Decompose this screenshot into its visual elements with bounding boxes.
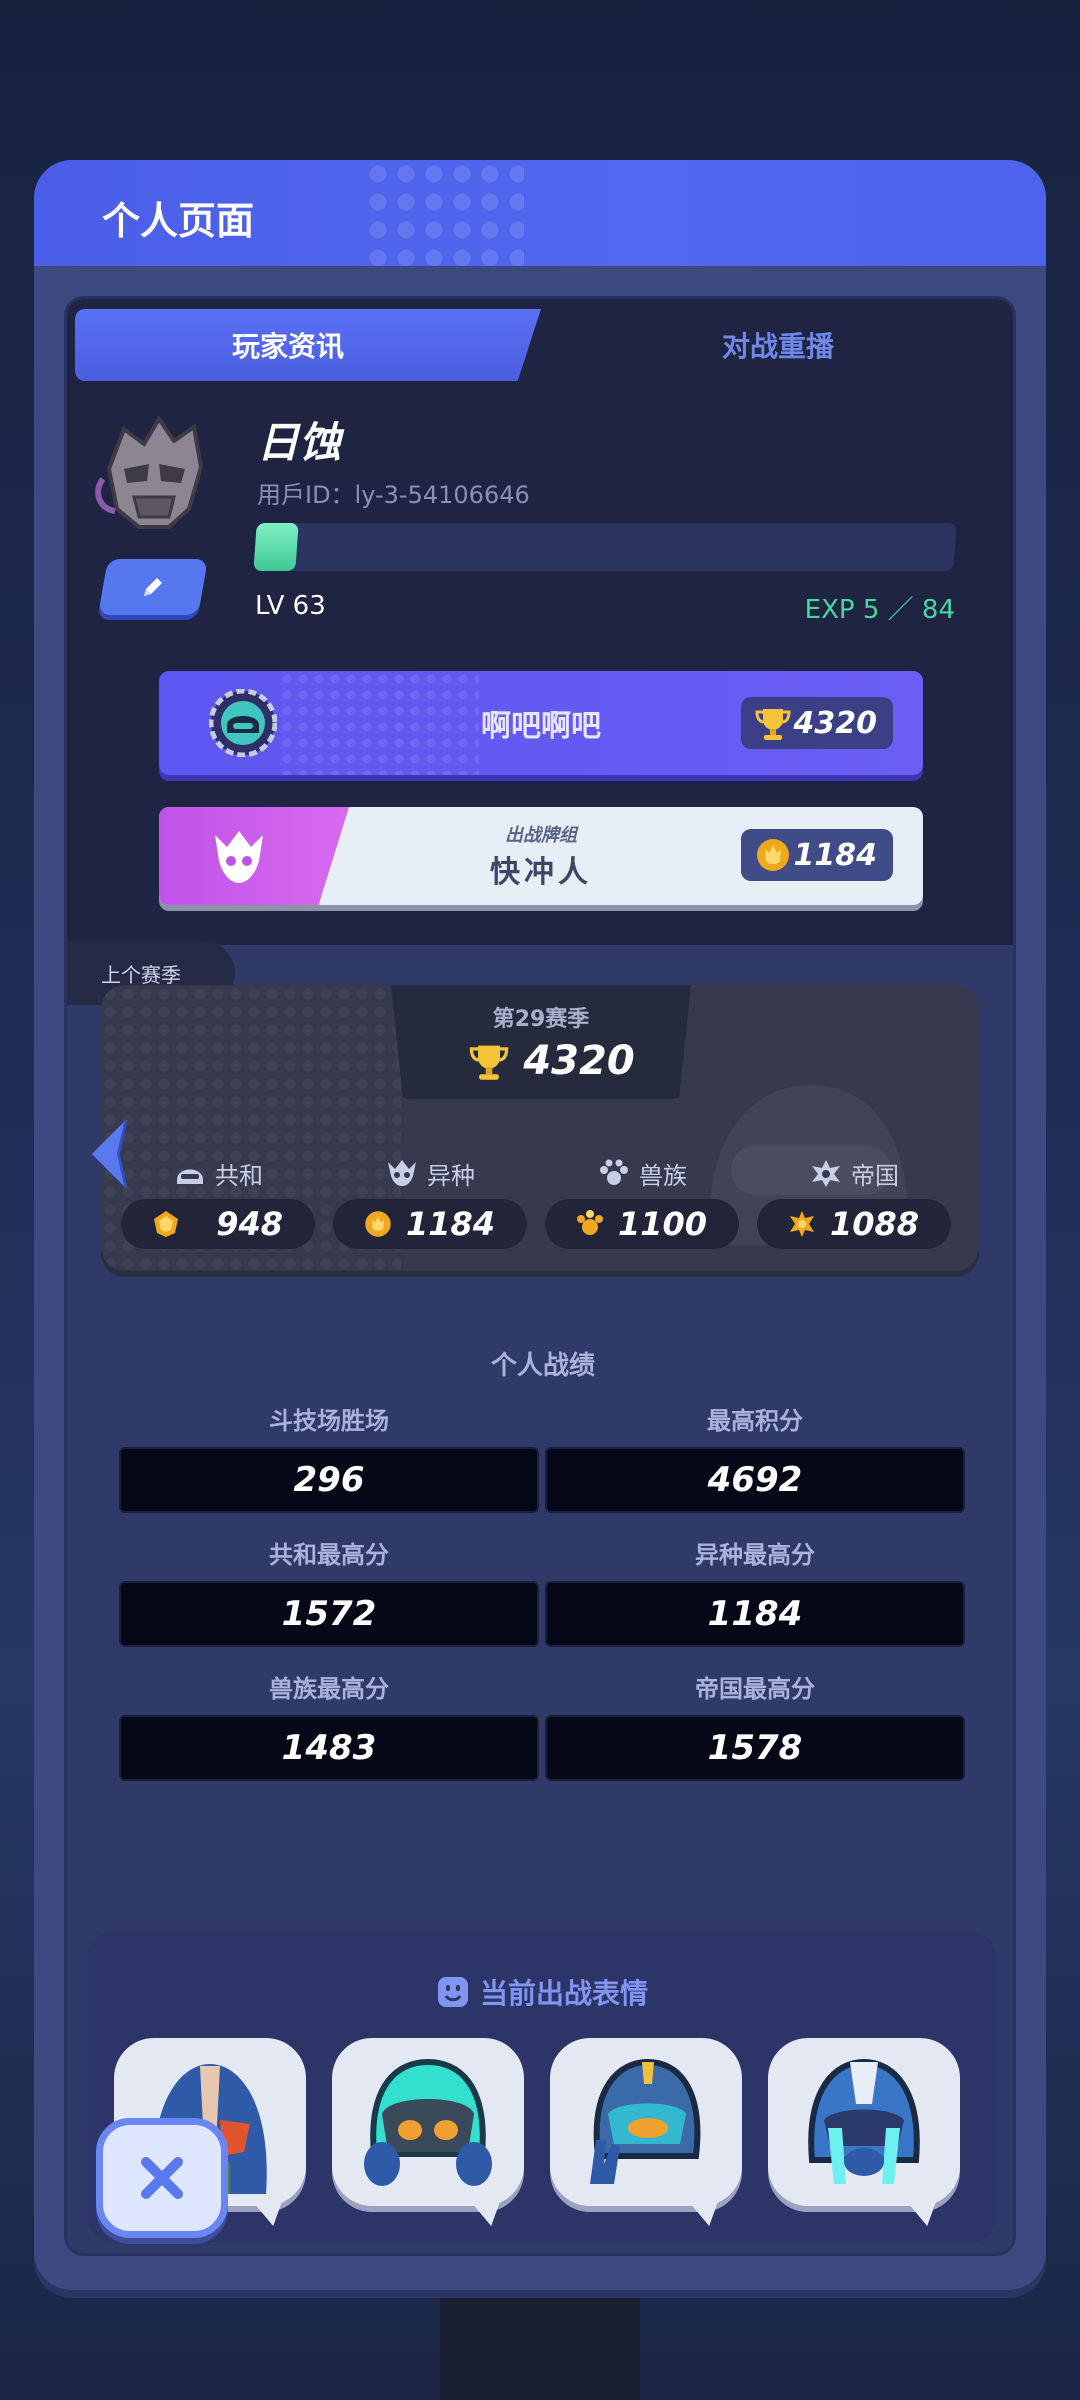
header-decoration <box>364 160 524 266</box>
guild-trophy-count: 4320 <box>793 705 878 741</box>
stat-arena-wins: 斗技场胜场 296 <box>119 1401 539 1513</box>
stat-empire-best: 帝国最高分 1578 <box>545 1669 965 1781</box>
stat-republic-best: 共和最高分 1572 <box>119 1535 539 1647</box>
season-label: 第29赛季 <box>492 1007 590 1032</box>
faction-name: 兽族 <box>639 1161 687 1190</box>
edit-profile-button[interactable] <box>98 559 208 615</box>
stat-highest-score: 最高积分 4692 <box>545 1401 965 1513</box>
guild-button[interactable]: 啊吧啊吧 4320 <box>159 671 923 775</box>
emote-bubble-tail <box>248 2196 284 2226</box>
stat-value: 1572 <box>119 1581 539 1647</box>
faction-name-row: 帝国 <box>757 1155 951 1191</box>
stat-label: 斗技场胜场 <box>269 1407 389 1435</box>
pencil-icon <box>144 578 162 596</box>
close-button[interactable] <box>96 2118 228 2238</box>
empire-medal-icon <box>790 1211 814 1237</box>
cyan-helmet-emote-icon <box>364 2058 492 2186</box>
deck-score-badge: 1184 <box>741 829 893 881</box>
emote-slot-4[interactable] <box>768 2038 960 2226</box>
deck-button[interactable]: 出战牌组 快冲人 1184 <box>159 807 923 905</box>
deck-score: 1184 <box>793 837 878 873</box>
emote-face-icon <box>437 1977 468 2007</box>
emote-bubble-tail <box>466 2196 502 2226</box>
stat-xeno-best: 异种最高分 1184 <box>545 1535 965 1647</box>
stat-value: 296 <box>119 1447 539 1513</box>
player-name: 日蚀 <box>257 418 342 467</box>
faction-empire: 帝国 1088 <box>757 1155 951 1249</box>
user-id: 用戶ID：ly-3-54106646 <box>257 481 530 509</box>
exp-label: EXP 5 ／ 84 <box>804 595 955 625</box>
faction-name: 帝国 <box>851 1161 899 1190</box>
stat-label: 共和最高分 <box>269 1541 389 1569</box>
trophy-icon <box>470 1045 509 1080</box>
stat-label: 最高积分 <box>707 1407 803 1435</box>
emote-title: 当前出战表情 <box>479 1977 648 2010</box>
faction-score: 1184 <box>333 1199 527 1249</box>
faction-value: 1100 <box>617 1205 707 1243</box>
stat-value: 1483 <box>119 1715 539 1781</box>
faction-name-row: 共和 <box>121 1155 315 1191</box>
republic-icon <box>177 1169 203 1184</box>
faction-value: 1088 <box>829 1205 919 1243</box>
stat-label: 兽族最高分 <box>269 1675 389 1703</box>
stat-value: 1578 <box>545 1715 965 1781</box>
faction-score: 948 <box>121 1199 315 1249</box>
tab-player-info[interactable]: 玩家资讯 <box>75 309 541 381</box>
emote-title-row: 当前出战表情 <box>88 1972 996 2012</box>
tab-bar: 玩家资讯 对战重播 <box>75 309 1011 381</box>
faction-name: 共和 <box>215 1161 263 1190</box>
stat-label: 帝国最高分 <box>695 1675 815 1703</box>
beast-icon <box>600 1159 628 1185</box>
level-label: LV 63 <box>255 591 326 621</box>
trophy-icon <box>755 709 791 740</box>
faction-name-row: 兽族 <box>545 1155 739 1191</box>
faction-value: 948 <box>216 1205 283 1243</box>
emote-bubble-tail <box>902 2196 938 2226</box>
crying-emote-icon <box>808 2058 920 2184</box>
close-icon <box>141 2157 183 2199</box>
stat-label: 异种最高分 <box>695 1541 815 1569</box>
xeno-icon <box>388 1160 416 1186</box>
empire-icon <box>812 1160 840 1187</box>
xeno-medal-icon <box>365 1211 391 1237</box>
xeno-medal-icon <box>757 839 789 871</box>
season-trophies: 4320 <box>451 1033 651 1089</box>
faction-republic: 共和 948 <box>121 1155 315 1249</box>
emote-slot-3[interactable] <box>550 2038 742 2226</box>
previous-season-arrow[interactable] <box>86 1116 130 1192</box>
emote-slot-2[interactable] <box>332 2038 524 2226</box>
page-title: 个人页面 <box>102 199 255 243</box>
beast-medal-icon <box>577 1210 603 1235</box>
faction-name-row: 异种 <box>333 1155 527 1191</box>
exp-bar <box>253 523 957 571</box>
faction-xeno: 异种 1184 <box>333 1155 527 1249</box>
stat-value: 4692 <box>545 1447 965 1513</box>
faction-score: 1100 <box>545 1199 739 1249</box>
season-trophy-count: 4320 <box>523 1038 635 1084</box>
season-summary: 第29赛季 4320 共和 948 异种 1184 兽族 1100 帝国 108… <box>101 985 979 1271</box>
stats-title: 个人战绩 <box>490 1351 595 1381</box>
faction-score: 1088 <box>757 1199 951 1249</box>
faction-value: 1184 <box>405 1205 495 1243</box>
faction-name: 异种 <box>427 1161 475 1190</box>
stat-beast-best: 兽族最高分 1483 <box>119 1669 539 1781</box>
profile-area: 玩家资讯 对战重播 日蚀 用戶ID：ly-3-54106646 LV 63 EX… <box>67 299 1013 945</box>
season-header: 第29赛季 4320 <box>391 985 691 1099</box>
avatar[interactable] <box>89 409 219 539</box>
exp-fill <box>253 523 299 571</box>
guild-trophy-badge: 4320 <box>741 697 893 749</box>
peace-sign-emote-icon <box>590 2058 701 2184</box>
emote-bubble-tail <box>684 2196 720 2226</box>
faction-beast: 兽族 1100 <box>545 1155 739 1249</box>
republic-medal-icon <box>154 1211 178 1237</box>
stat-value: 1184 <box>545 1581 965 1647</box>
tab-battle-replay[interactable]: 对战重播 <box>545 309 1011 381</box>
panel-header: 个人页面 <box>34 160 1046 266</box>
